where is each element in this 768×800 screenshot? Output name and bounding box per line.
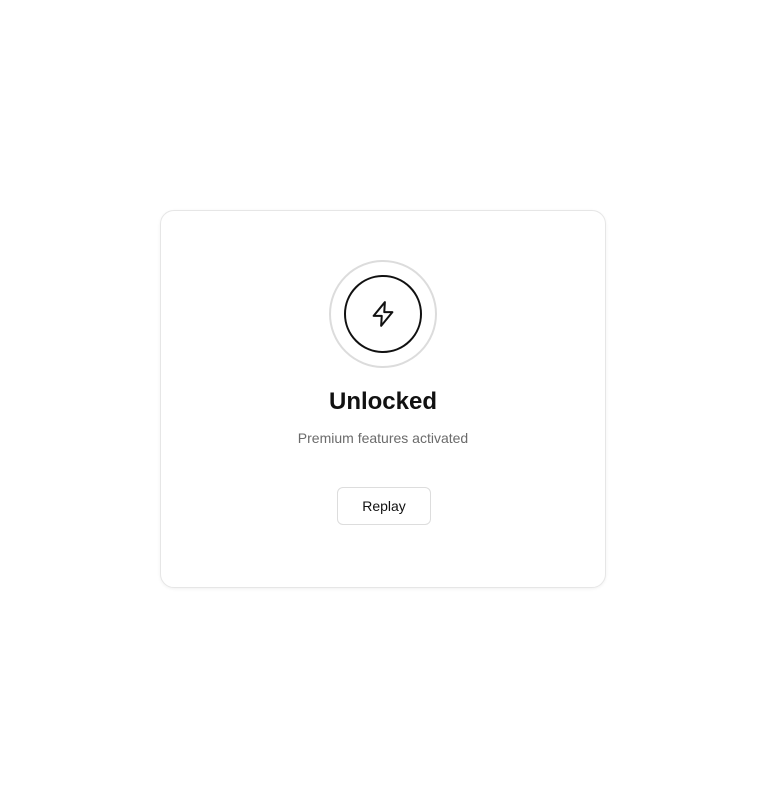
unlock-badge	[329, 260, 437, 368]
lightning-bolt-icon	[372, 301, 394, 327]
badge-inner-ring	[344, 275, 422, 353]
replay-button[interactable]: Replay	[337, 487, 431, 525]
unlock-title: Unlocked	[328, 388, 438, 415]
unlock-card: Unlocked Premium features activated Repl…	[160, 210, 606, 588]
page: Unlocked Premium features activated Repl…	[0, 0, 768, 800]
unlock-subtitle: Premium features activated	[297, 430, 469, 446]
